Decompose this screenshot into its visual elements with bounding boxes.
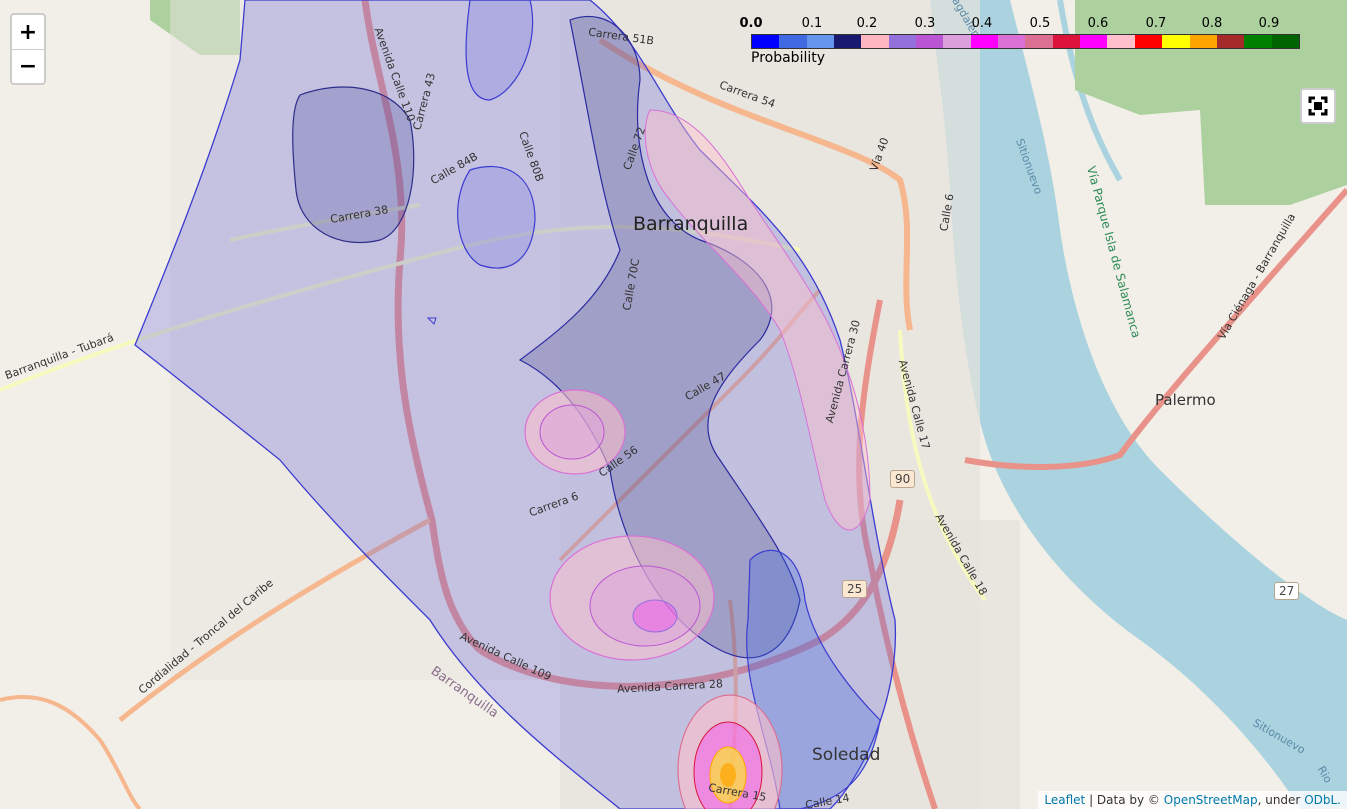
legend-tick: 0.9	[1258, 16, 1280, 31]
legend-swatch	[1025, 35, 1053, 48]
legend-swatch	[1052, 35, 1081, 48]
legend-swatch	[1189, 35, 1217, 48]
attribution: Leaflet | Data by © OpenStreetMap, under…	[1038, 791, 1347, 809]
fullscreen-button[interactable]	[1300, 88, 1336, 124]
label-soledad: Soledad	[812, 745, 881, 765]
legend-colorbar	[751, 34, 1300, 49]
legend-swatch	[806, 35, 835, 48]
legend-tick: 0.6	[1087, 16, 1109, 31]
route-shield-90: 90	[890, 470, 916, 488]
legend-tick: 0.3	[914, 16, 936, 31]
odbl-link[interactable]: ODbL.	[1304, 793, 1341, 807]
legend-tick: 0.7	[1145, 16, 1167, 31]
map-canvas[interactable]: Barranquilla Palermo Soledad Carrera 51B…	[0, 0, 1347, 809]
legend-swatch	[1134, 35, 1163, 48]
legend-swatch	[888, 35, 917, 48]
osm-link[interactable]: OpenStreetMap	[1164, 793, 1258, 807]
legend-tick: 0.0	[739, 16, 763, 31]
prob-region-mid-blob	[457, 166, 536, 269]
legend-swatch	[1271, 35, 1299, 48]
legend-swatch	[861, 35, 889, 48]
route-shield-25: 25	[842, 580, 868, 598]
prob-hotspot-calle56-core	[539, 404, 605, 460]
legend-tick: 0.2	[856, 16, 878, 31]
legend-tick: 0.8	[1201, 16, 1223, 31]
legend-swatch	[752, 35, 780, 48]
legend-swatch	[1080, 35, 1108, 48]
legend-swatch	[1216, 35, 1245, 48]
probability-legend: 0.0 0.1 0.2 0.3 0.4 0.5 0.6 0.7 0.8 0.9 …	[739, 14, 1308, 70]
legend-swatch	[998, 35, 1026, 48]
legend-tick: 0.4	[971, 16, 993, 31]
lagoon	[985, 330, 1020, 395]
legend-swatch	[779, 35, 807, 48]
attribution-text: | Data by ©	[1085, 793, 1164, 807]
legend-swatch	[1107, 35, 1135, 48]
attribution-text-under: , under	[1257, 793, 1305, 807]
leaflet-link[interactable]: Leaflet	[1044, 793, 1085, 807]
label-barranquilla: Barranquilla	[633, 213, 749, 235]
legend-caption: Probability	[751, 50, 826, 66]
zoom-out-button[interactable]: −	[12, 49, 44, 83]
legend-tick: 0.1	[801, 16, 823, 31]
legend-swatch	[1162, 35, 1190, 48]
fullscreen-icon	[1308, 96, 1328, 116]
legend-swatch	[916, 35, 944, 48]
label-palermo: Palermo	[1155, 391, 1216, 409]
legend-swatch	[970, 35, 999, 48]
prob-hotspot-south-core	[632, 599, 678, 633]
road-sw	[0, 694, 142, 809]
zoom-in-button[interactable]: +	[12, 15, 44, 49]
route-shield-27: 27	[1274, 582, 1300, 600]
legend-tick: 0.5	[1029, 16, 1051, 31]
legend-swatch	[1244, 35, 1272, 48]
legend-swatch	[834, 35, 862, 48]
legend-swatch	[943, 35, 971, 48]
zoom-control: + −	[10, 13, 46, 85]
